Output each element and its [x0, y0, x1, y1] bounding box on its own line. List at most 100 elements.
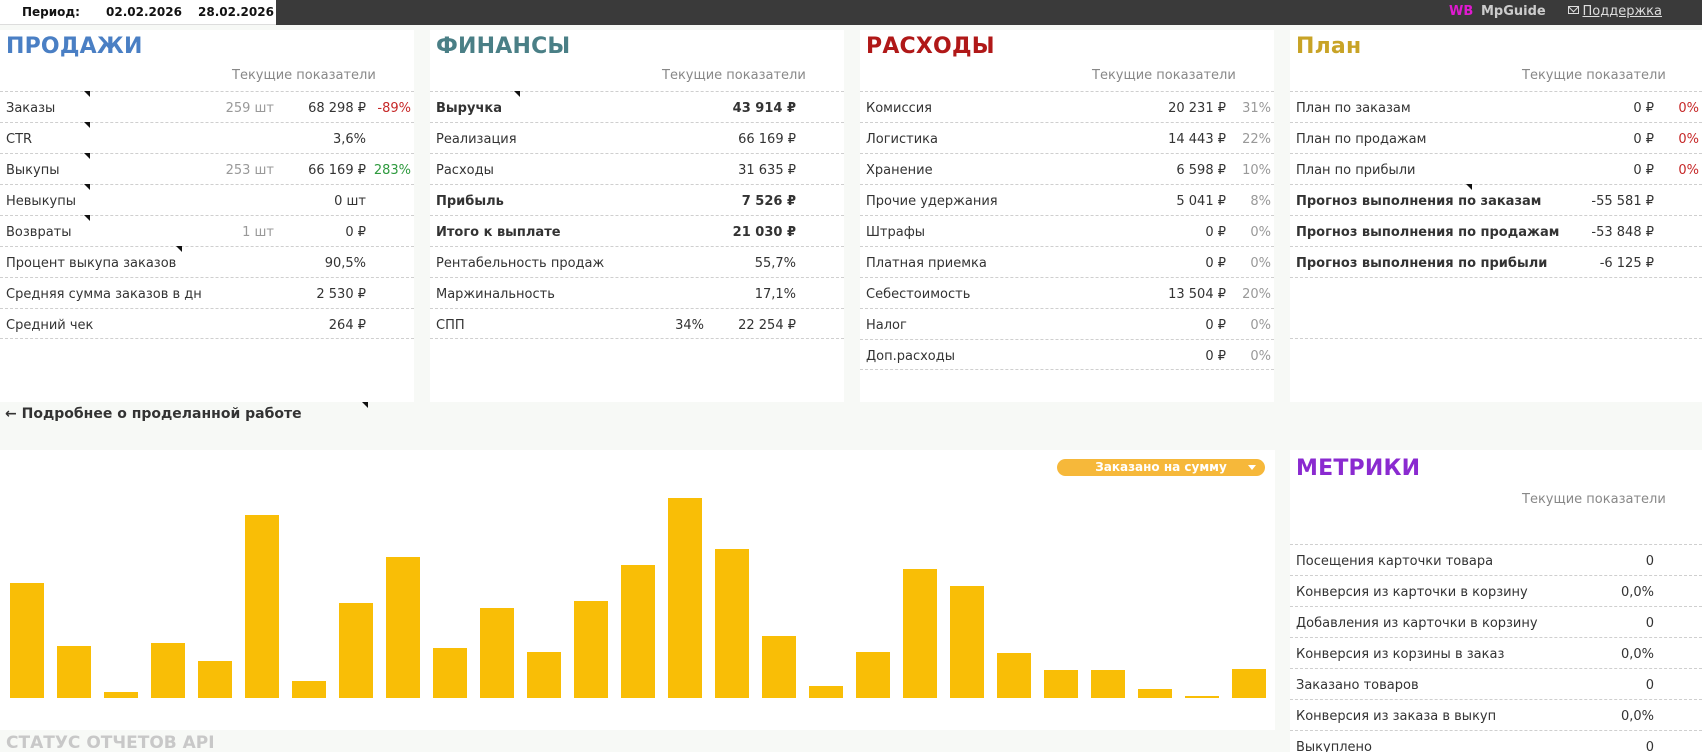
row-value: -55 581 ₽ — [1591, 194, 1654, 209]
row-label: Доп.расходы — [866, 349, 956, 364]
table-row: Налог 0 ₽ 0% — [860, 308, 1274, 339]
row-percent: 0% — [1678, 101, 1699, 116]
chart-bar[interactable] — [621, 565, 655, 698]
chart-bar[interactable] — [856, 652, 890, 698]
row-label: Хранение — [866, 163, 933, 178]
row-value: 0 ₽ — [1205, 318, 1226, 333]
row-label: Комиссия — [866, 101, 933, 116]
chart-bar[interactable] — [809, 686, 843, 698]
row-label: Средняя сумма заказов в дн — [6, 287, 202, 302]
chart-bar[interactable] — [715, 549, 749, 698]
note-marker — [84, 122, 90, 128]
support-link[interactable]: Поддержка — [1567, 4, 1662, 19]
row-label: План по прибыли — [1296, 163, 1416, 178]
chart-bar[interactable] — [1091, 670, 1125, 698]
chart-bar[interactable] — [480, 608, 514, 698]
row-percent: 0% — [1250, 256, 1271, 271]
row-value: 264 ₽ — [328, 318, 366, 333]
table-row: Посещения карточки товара 0 — [1290, 544, 1702, 575]
row-value: 31 635 ₽ — [738, 163, 796, 178]
row-label: CTR — [6, 132, 33, 147]
row-label: Выручка — [436, 101, 502, 116]
row-value: 0 шт — [334, 194, 366, 209]
table-row: Расходы 31 635 ₽ — [430, 153, 844, 184]
chart-bar[interactable] — [245, 515, 279, 698]
note-marker — [84, 153, 90, 159]
brand-name: MpGuide — [1481, 4, 1546, 19]
row-label: Конверсия из карточки в корзину — [1296, 585, 1528, 600]
chart-bar[interactable] — [997, 653, 1031, 698]
api-status-title: СТАТУС ОТЧЕТОВ API — [6, 733, 215, 752]
table-row: Логистика 14 443 ₽ 22% — [860, 122, 1274, 153]
chart-bar[interactable] — [762, 636, 796, 698]
metrics-title: МЕТРИКИ — [1296, 456, 1421, 481]
date-from[interactable]: 02.02.2026 — [106, 5, 182, 19]
row-value: 0 — [1645, 616, 1654, 631]
sales-title: ПРОДАЖИ — [6, 34, 143, 59]
row-value: 0 — [1645, 678, 1654, 693]
row-value: 14 443 ₽ — [1168, 132, 1226, 147]
period-label: Период: — [22, 5, 80, 19]
details-link[interactable]: ← Подробнее о проделанной работе — [5, 406, 302, 422]
table-row: Рентабельность продаж 55,7% — [430, 246, 844, 277]
row-percent: 0% — [1250, 349, 1271, 364]
row-value: 0 ₽ — [1633, 132, 1654, 147]
chart-bar[interactable] — [433, 648, 467, 698]
sales-table: Заказы 259 шт 68 298 ₽ -89% CTR 3,6% Выкупы 253… — [0, 91, 414, 339]
row-label: Процент выкупа заказов — [6, 256, 177, 271]
date-to[interactable]: 28.02.2026 — [198, 5, 274, 19]
row-value: 43 914 ₽ — [732, 101, 796, 116]
row-value: 0 — [1645, 554, 1654, 569]
chart-bar[interactable] — [1138, 689, 1172, 698]
row-percent: 22% — [1242, 132, 1271, 147]
finance-subtitle: Текущие показатели — [662, 68, 806, 83]
table-row: СПП 34% 22 254 ₽ — [430, 308, 844, 339]
chart-bar[interactable] — [198, 661, 232, 698]
row-value: 0 ₽ — [1633, 101, 1654, 116]
chart-bar[interactable] — [57, 646, 91, 698]
table-row: Себестоимость 13 504 ₽ 20% — [860, 277, 1274, 308]
chart-bar[interactable] — [1185, 696, 1219, 698]
table-row: Комиссия 20 231 ₽ 31% — [860, 91, 1274, 122]
chart-bar[interactable] — [574, 601, 608, 698]
row-label: Конверсия из заказа в выкуп — [1296, 709, 1497, 724]
row-label: Прогноз выполнения по продажам — [1296, 225, 1560, 240]
chart-bar[interactable] — [668, 498, 702, 698]
row-label: Реализация — [436, 132, 517, 147]
chart-bar[interactable] — [292, 681, 326, 698]
row-label: Штрафы — [866, 225, 926, 240]
expenses-panel: РАСХОДЫ Текущие показатели Комиссия 20 23… — [860, 30, 1274, 402]
chart-bar[interactable] — [339, 603, 373, 698]
expenses-table: Комиссия 20 231 ₽ 31% Логистика 14 443 ₽ 22% Х… — [860, 91, 1274, 370]
row-label: Маржинальность — [436, 287, 555, 302]
row-label: Невыкупы — [6, 194, 77, 209]
chart-bar[interactable] — [1232, 669, 1266, 698]
chart-bar[interactable] — [386, 557, 420, 698]
row-value: 0,0% — [1620, 709, 1654, 724]
period-selector[interactable]: Период: 02.02.2026 28.02.2026 — [0, 0, 276, 25]
table-row: Реализация 66 169 ₽ — [430, 122, 844, 153]
row-percent: 8% — [1250, 194, 1271, 209]
chart-bar[interactable] — [151, 643, 185, 698]
chart-bar[interactable] — [903, 569, 937, 698]
chart-bar[interactable] — [1044, 670, 1078, 698]
table-row: Заказы 259 шт 68 298 ₽ -89% — [0, 91, 414, 122]
table-row: Прогноз выполнения по продажам -53 848 ₽ — [1290, 215, 1702, 246]
row-label: Выкупы — [6, 163, 60, 178]
row-label: План по продажам — [1296, 132, 1427, 147]
chart-bar[interactable] — [10, 583, 44, 698]
table-row: Маржинальность 17,1% — [430, 277, 844, 308]
row-value: 0 ₽ — [345, 225, 366, 240]
mail-icon — [1567, 6, 1579, 14]
chart-bar[interactable] — [950, 586, 984, 698]
sales-panel: ПРОДАЖИ Текущие показатели Заказы 259 шт 6… — [0, 30, 414, 402]
chart-bar[interactable] — [527, 652, 561, 698]
metrics-panel: МЕТРИКИ Текущие показатели Посещения кар… — [1290, 450, 1702, 752]
chart-metric-dropdown[interactable]: Заказано на сумму — [1057, 459, 1265, 476]
row-percent: 10% — [1242, 163, 1271, 178]
chart-bar[interactable] — [104, 692, 138, 698]
wb-logo: WB — [1449, 4, 1474, 19]
table-row: Возвраты 1 шт 0 ₽ — [0, 215, 414, 246]
row-value: 17,1% — [754, 287, 796, 302]
expenses-subtitle: Текущие показатели — [1092, 68, 1236, 83]
